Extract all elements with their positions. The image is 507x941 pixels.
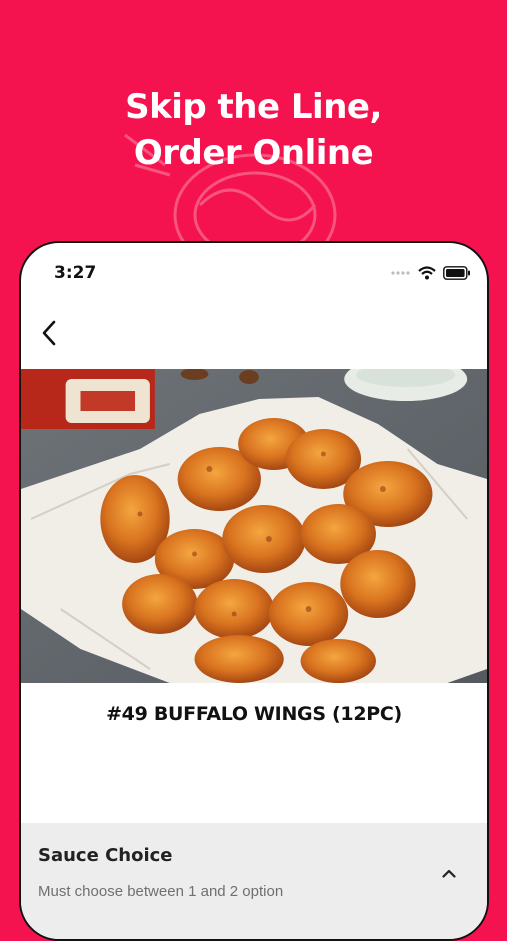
back-button[interactable] — [29, 313, 69, 353]
option-group-title: Sauce Choice — [38, 845, 173, 866]
battery-icon — [443, 266, 470, 280]
nav-bar — [21, 303, 487, 369]
headline-line-1: Skip the Line, — [125, 87, 382, 127]
status-bar: 3:27 — [21, 243, 487, 303]
sauce-choice-section[interactable]: Sauce Choice Must choose between 1 and 2… — [21, 823, 487, 939]
option-group-subtitle: Must choose between 1 and 2 option — [38, 883, 284, 900]
promo-headline: Skip the Line, Order Online — [0, 84, 507, 176]
chevron-left-icon — [42, 320, 56, 346]
headline-line-2: Order Online — [133, 133, 374, 173]
signal-dots-icon — [391, 271, 410, 275]
product-image — [21, 369, 487, 683]
collapse-toggle-button[interactable] — [437, 861, 461, 885]
wifi-icon — [418, 266, 436, 280]
chevron-up-icon — [442, 869, 456, 878]
product-title: #49 BUFFALO WINGS (12PC) — [106, 703, 402, 725]
phone-frame: 3:27 #49 BUFFALO WINGS (12PC) Sauce Choi… — [19, 241, 489, 941]
status-icons — [391, 263, 471, 283]
status-time: 3:27 — [54, 263, 97, 283]
